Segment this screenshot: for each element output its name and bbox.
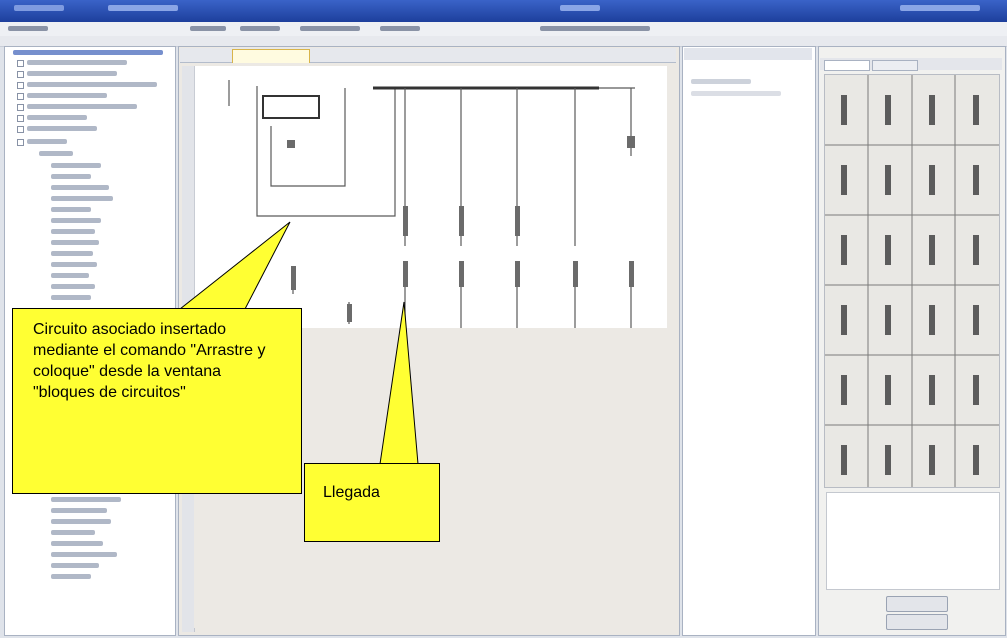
tree-item[interactable]: [27, 104, 137, 109]
tree-item[interactable]: [27, 71, 117, 76]
tree-item[interactable]: [51, 174, 91, 179]
window-title-center-blurred: [560, 5, 600, 11]
menu-item[interactable]: [540, 26, 650, 31]
tree-item[interactable]: [51, 196, 113, 201]
callout-inserted-circuit: Circuito asociado insertado mediante el …: [12, 308, 302, 494]
expand-icon[interactable]: [17, 126, 24, 133]
expand-icon[interactable]: [17, 115, 24, 122]
circuit-schematic: [228, 80, 635, 328]
tree-item[interactable]: [27, 115, 87, 120]
circuit-block-thumbnails: [825, 75, 999, 487]
collapse-icon[interactable]: [17, 139, 24, 146]
menu-item[interactable]: [8, 26, 48, 31]
panel-button[interactable]: [886, 596, 948, 612]
tree-header: [13, 50, 163, 55]
expand-icon[interactable]: [17, 71, 24, 78]
menu-bar[interactable]: [0, 22, 1007, 37]
panel-item[interactable]: [691, 91, 781, 96]
tree-item[interactable]: [51, 207, 91, 212]
tab-symbols[interactable]: [872, 60, 918, 71]
callout-arrival-text: Llegada: [323, 484, 380, 501]
window-controls[interactable]: [900, 5, 980, 11]
tree-item[interactable]: [51, 251, 93, 256]
circuit-block-grid[interactable]: [824, 74, 1000, 488]
block-preview: [826, 492, 1000, 590]
tree-item[interactable]: [51, 262, 97, 267]
circuit-blocks-tabs[interactable]: [820, 58, 1002, 71]
tree-item[interactable]: [51, 240, 99, 245]
menu-item[interactable]: [300, 26, 360, 31]
properties-panel[interactable]: [682, 46, 816, 636]
menu-item[interactable]: [380, 26, 420, 31]
panel-item[interactable]: [691, 79, 751, 84]
callout-arrival: Llegada: [304, 463, 440, 542]
tree-item[interactable]: [51, 163, 101, 168]
title-bar: [0, 0, 1007, 22]
tree-item[interactable]: [51, 530, 95, 535]
tree-item[interactable]: [51, 519, 111, 524]
tree-item[interactable]: [27, 93, 107, 98]
tree-item[interactable]: [27, 60, 127, 65]
expand-icon[interactable]: [17, 82, 24, 89]
tree-item[interactable]: [27, 126, 97, 131]
tree-item[interactable]: [51, 284, 95, 289]
menu-item[interactable]: [190, 26, 226, 31]
tree-item[interactable]: [51, 552, 117, 557]
tree-item[interactable]: [27, 82, 157, 87]
tree-item[interactable]: [39, 151, 73, 156]
window-title-blurred: [108, 5, 178, 11]
tree-item[interactable]: [27, 139, 67, 144]
panel-header: [684, 48, 812, 60]
expand-icon[interactable]: [17, 60, 24, 67]
tree-item[interactable]: [51, 497, 121, 502]
tree-item[interactable]: [51, 295, 91, 300]
app-icon: [14, 5, 64, 11]
tree-item[interactable]: [51, 508, 107, 513]
menu-item[interactable]: [240, 26, 280, 31]
tab-blocks[interactable]: [824, 60, 870, 71]
panel-button[interactable]: [886, 614, 948, 630]
tab-active-drawing[interactable]: [232, 49, 310, 63]
tree-item[interactable]: [51, 185, 109, 190]
tree-item[interactable]: [51, 218, 101, 223]
tree-item[interactable]: [51, 273, 89, 278]
callout-inserted-circuit-text: Circuito asociado insertado mediante el …: [33, 321, 266, 401]
schematic-canvas[interactable]: [194, 66, 667, 328]
tree-item[interactable]: [51, 574, 91, 579]
expand-icon[interactable]: [17, 93, 24, 100]
expand-icon[interactable]: [17, 104, 24, 111]
tree-item[interactable]: [51, 229, 95, 234]
tree-item[interactable]: [51, 563, 99, 568]
tree-item[interactable]: [51, 541, 103, 546]
